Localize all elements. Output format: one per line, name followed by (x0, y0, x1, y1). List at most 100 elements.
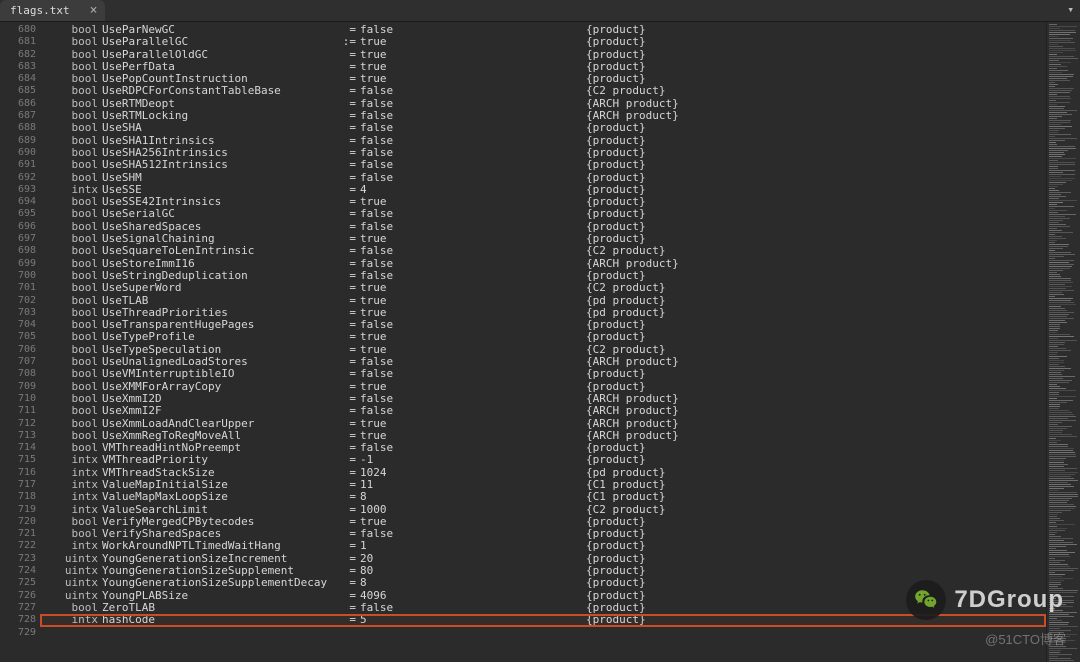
flag-category: {product} (526, 159, 646, 171)
flag-op: = (328, 159, 356, 171)
minimap[interactable] (1046, 22, 1080, 662)
code-line: boolUseSquareToLenIntrinsic=false{C2 pro… (40, 245, 1046, 257)
line-number: 701 (0, 282, 36, 294)
flag-name: WorkAroundNPTLTimedWaitHang (98, 540, 328, 552)
line-number-gutter: 6806816826836846856866876886896906916926… (0, 22, 40, 662)
line-number: 695 (0, 208, 36, 220)
code-line: boolUseSuperWord=true{C2 product} (40, 282, 1046, 294)
line-number: 693 (0, 184, 36, 196)
line-number: 725 (0, 577, 36, 589)
flag-name: UseSHA (98, 122, 328, 134)
flag-type: bool (46, 282, 98, 294)
flag-type: bool (46, 245, 98, 257)
flag-type: bool (46, 172, 98, 184)
line-number: 714 (0, 442, 36, 454)
flag-name: UseVMInterruptibleIO (98, 368, 328, 380)
flag-op: := (328, 36, 356, 48)
flag-op: = (328, 295, 356, 307)
flag-category: {product} (526, 368, 646, 380)
flag-category: {C2 product} (526, 85, 665, 97)
flag-value: -1 (356, 454, 526, 466)
flag-op: = (328, 282, 356, 294)
flag-type: intx (46, 491, 98, 503)
flag-value: false (356, 602, 526, 614)
line-number: 704 (0, 319, 36, 331)
line-number: 700 (0, 270, 36, 282)
flag-name: hashCode (98, 614, 328, 626)
line-number: 687 (0, 110, 36, 122)
flag-name: UseSHA512Intrinsics (98, 159, 328, 171)
flag-category: {pd product} (526, 295, 665, 307)
flag-type: bool (46, 405, 98, 417)
line-number: 720 (0, 516, 36, 528)
code-line: boolUseSerialGC=false{product} (40, 208, 1046, 220)
line-number: 705 (0, 331, 36, 343)
line-number: 708 (0, 368, 36, 380)
close-icon[interactable]: × (90, 3, 98, 18)
code-line: intxhashCode=5{product} (40, 614, 1046, 626)
flag-category: {C2 product} (526, 282, 665, 294)
flag-op: = (328, 614, 356, 626)
flag-name: YoungGenerationSizeSupplementDecay (98, 577, 328, 589)
code-line: intxWorkAroundNPTLTimedWaitHang=1{produc… (40, 540, 1046, 552)
flag-type: bool (46, 159, 98, 171)
line-number: 690 (0, 147, 36, 159)
flag-value: false (356, 368, 526, 380)
flag-value: 20 (356, 553, 526, 565)
flag-value: false (356, 442, 526, 454)
line-number: 692 (0, 172, 36, 184)
line-number: 698 (0, 245, 36, 257)
code-line: uintxYoungPLABSize=4096{product} (40, 590, 1046, 602)
line-number: 703 (0, 307, 36, 319)
code-line: boolUseVMInterruptibleIO=false{product} (40, 368, 1046, 380)
flag-value: 5 (356, 614, 526, 626)
line-number: 728 (0, 614, 36, 626)
flag-name: ValueMapMaxLoopSize (98, 491, 328, 503)
flag-op: = (328, 418, 356, 430)
line-number: 717 (0, 479, 36, 491)
code-line (40, 627, 1046, 639)
flag-name: UseXmmLoadAndClearUpper (98, 418, 328, 430)
flag-type: intx (46, 540, 98, 552)
chevron-down-icon[interactable]: ▾ (1067, 3, 1074, 16)
flag-category: {product} (526, 331, 646, 343)
code-line: boolUseXmmLoadAndClearUpper=true{ARCH pr… (40, 418, 1046, 430)
flag-value: 1 (356, 540, 526, 552)
flag-name: UseSquareToLenIntrinsic (98, 245, 328, 257)
flag-type: bool (46, 295, 98, 307)
line-number: 694 (0, 196, 36, 208)
flag-category: {product} (526, 36, 646, 48)
code-view[interactable]: boolUseParNewGC=false{product}boolUsePar… (40, 22, 1046, 662)
flag-value: 1024 (356, 467, 526, 479)
editor-window: flags.txt × ▾ 68068168268368468568668768… (0, 0, 1080, 662)
code-line: boolUseRTMDeopt=false{ARCH product} (40, 98, 1046, 110)
flag-op: = (328, 491, 356, 503)
flag-value: false (356, 122, 526, 134)
flag-type: intx (46, 614, 98, 626)
line-number: 699 (0, 258, 36, 270)
flag-value: false (356, 172, 526, 184)
flag-value: 80 (356, 565, 526, 577)
flag-value: true (356, 331, 526, 343)
line-number: 709 (0, 381, 36, 393)
flag-value: false (356, 528, 526, 540)
code-line: boolUseParallelOldGC=true{product} (40, 49, 1046, 61)
code-line: boolUseXmmI2F=false{ARCH product} (40, 405, 1046, 417)
flag-category: {product} (526, 208, 646, 220)
tab-flags-txt[interactable]: flags.txt × (0, 0, 105, 21)
line-number: 711 (0, 405, 36, 417)
flag-value: false (356, 159, 526, 171)
flag-category: {ARCH product} (526, 418, 679, 430)
code-line: boolUseParallelGC:=true{product} (40, 36, 1046, 48)
flag-value: true (356, 36, 526, 48)
flag-type: bool (46, 85, 98, 97)
flag-name: UseSerialGC (98, 208, 328, 220)
code-line: boolUseSHA512Intrinsics=false{product} (40, 159, 1046, 171)
flag-op: = (328, 122, 356, 134)
line-number: 721 (0, 528, 36, 540)
flag-name: UseParallelGC (98, 36, 328, 48)
flag-op: = (328, 172, 356, 184)
flag-value: true (356, 418, 526, 430)
flag-name: UseSHM (98, 172, 328, 184)
code-line: boolUseSSE42Intrinsics=true{product} (40, 196, 1046, 208)
